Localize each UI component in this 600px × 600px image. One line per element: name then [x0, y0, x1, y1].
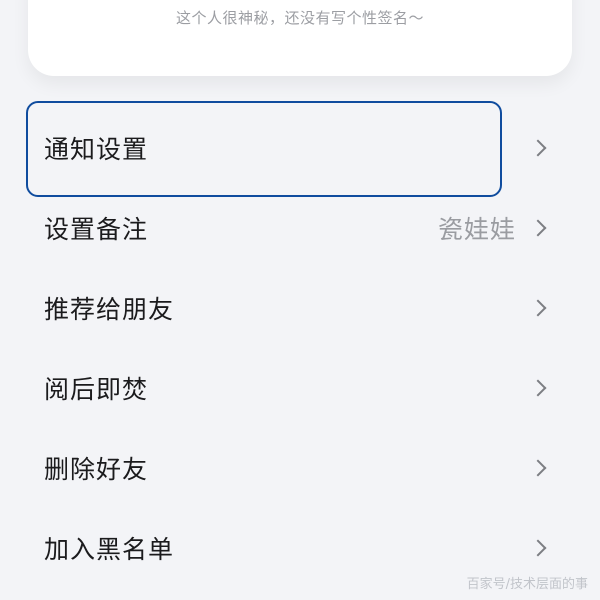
menu-item-set-remark[interactable]: 设置备注 瓷娃娃	[0, 188, 600, 268]
chevron-right-icon	[529, 539, 547, 557]
menu-item-label: 通知设置	[44, 135, 149, 164]
chevron-right-icon	[529, 459, 547, 477]
watermark-text: 百家号/技术层面的事	[466, 577, 588, 592]
menu-item-label: 推荐给朋友	[44, 295, 175, 324]
personal-signature: 这个人很神秘，还没有写个性签名～	[175, 9, 424, 27]
menu-item-label: 设置备注	[44, 215, 149, 244]
remark-value: 瓷娃娃	[437, 215, 516, 244]
chevron-right-icon	[529, 139, 547, 157]
menu-item-notification-settings[interactable]: 通知设置	[0, 108, 600, 188]
menu-item-label: 删除好友	[44, 455, 149, 484]
settings-menu: 通知设置 设置备注 瓷娃娃 推荐给朋友 阅后即焚 删除好友 加入黑名单	[0, 108, 600, 588]
chevron-right-icon	[529, 219, 547, 237]
menu-item-label: 加入黑名单	[44, 535, 175, 564]
menu-item-burn-after-reading[interactable]: 阅后即焚	[0, 348, 600, 428]
menu-item-recommend-to-friend[interactable]: 推荐给朋友	[0, 268, 600, 348]
profile-card: 这个人很神秘，还没有写个性签名～	[28, 0, 572, 76]
menu-item-label: 阅后即焚	[44, 375, 149, 404]
chevron-right-icon	[529, 299, 547, 317]
menu-item-delete-friend[interactable]: 删除好友	[0, 428, 600, 508]
chevron-right-icon	[529, 379, 547, 397]
